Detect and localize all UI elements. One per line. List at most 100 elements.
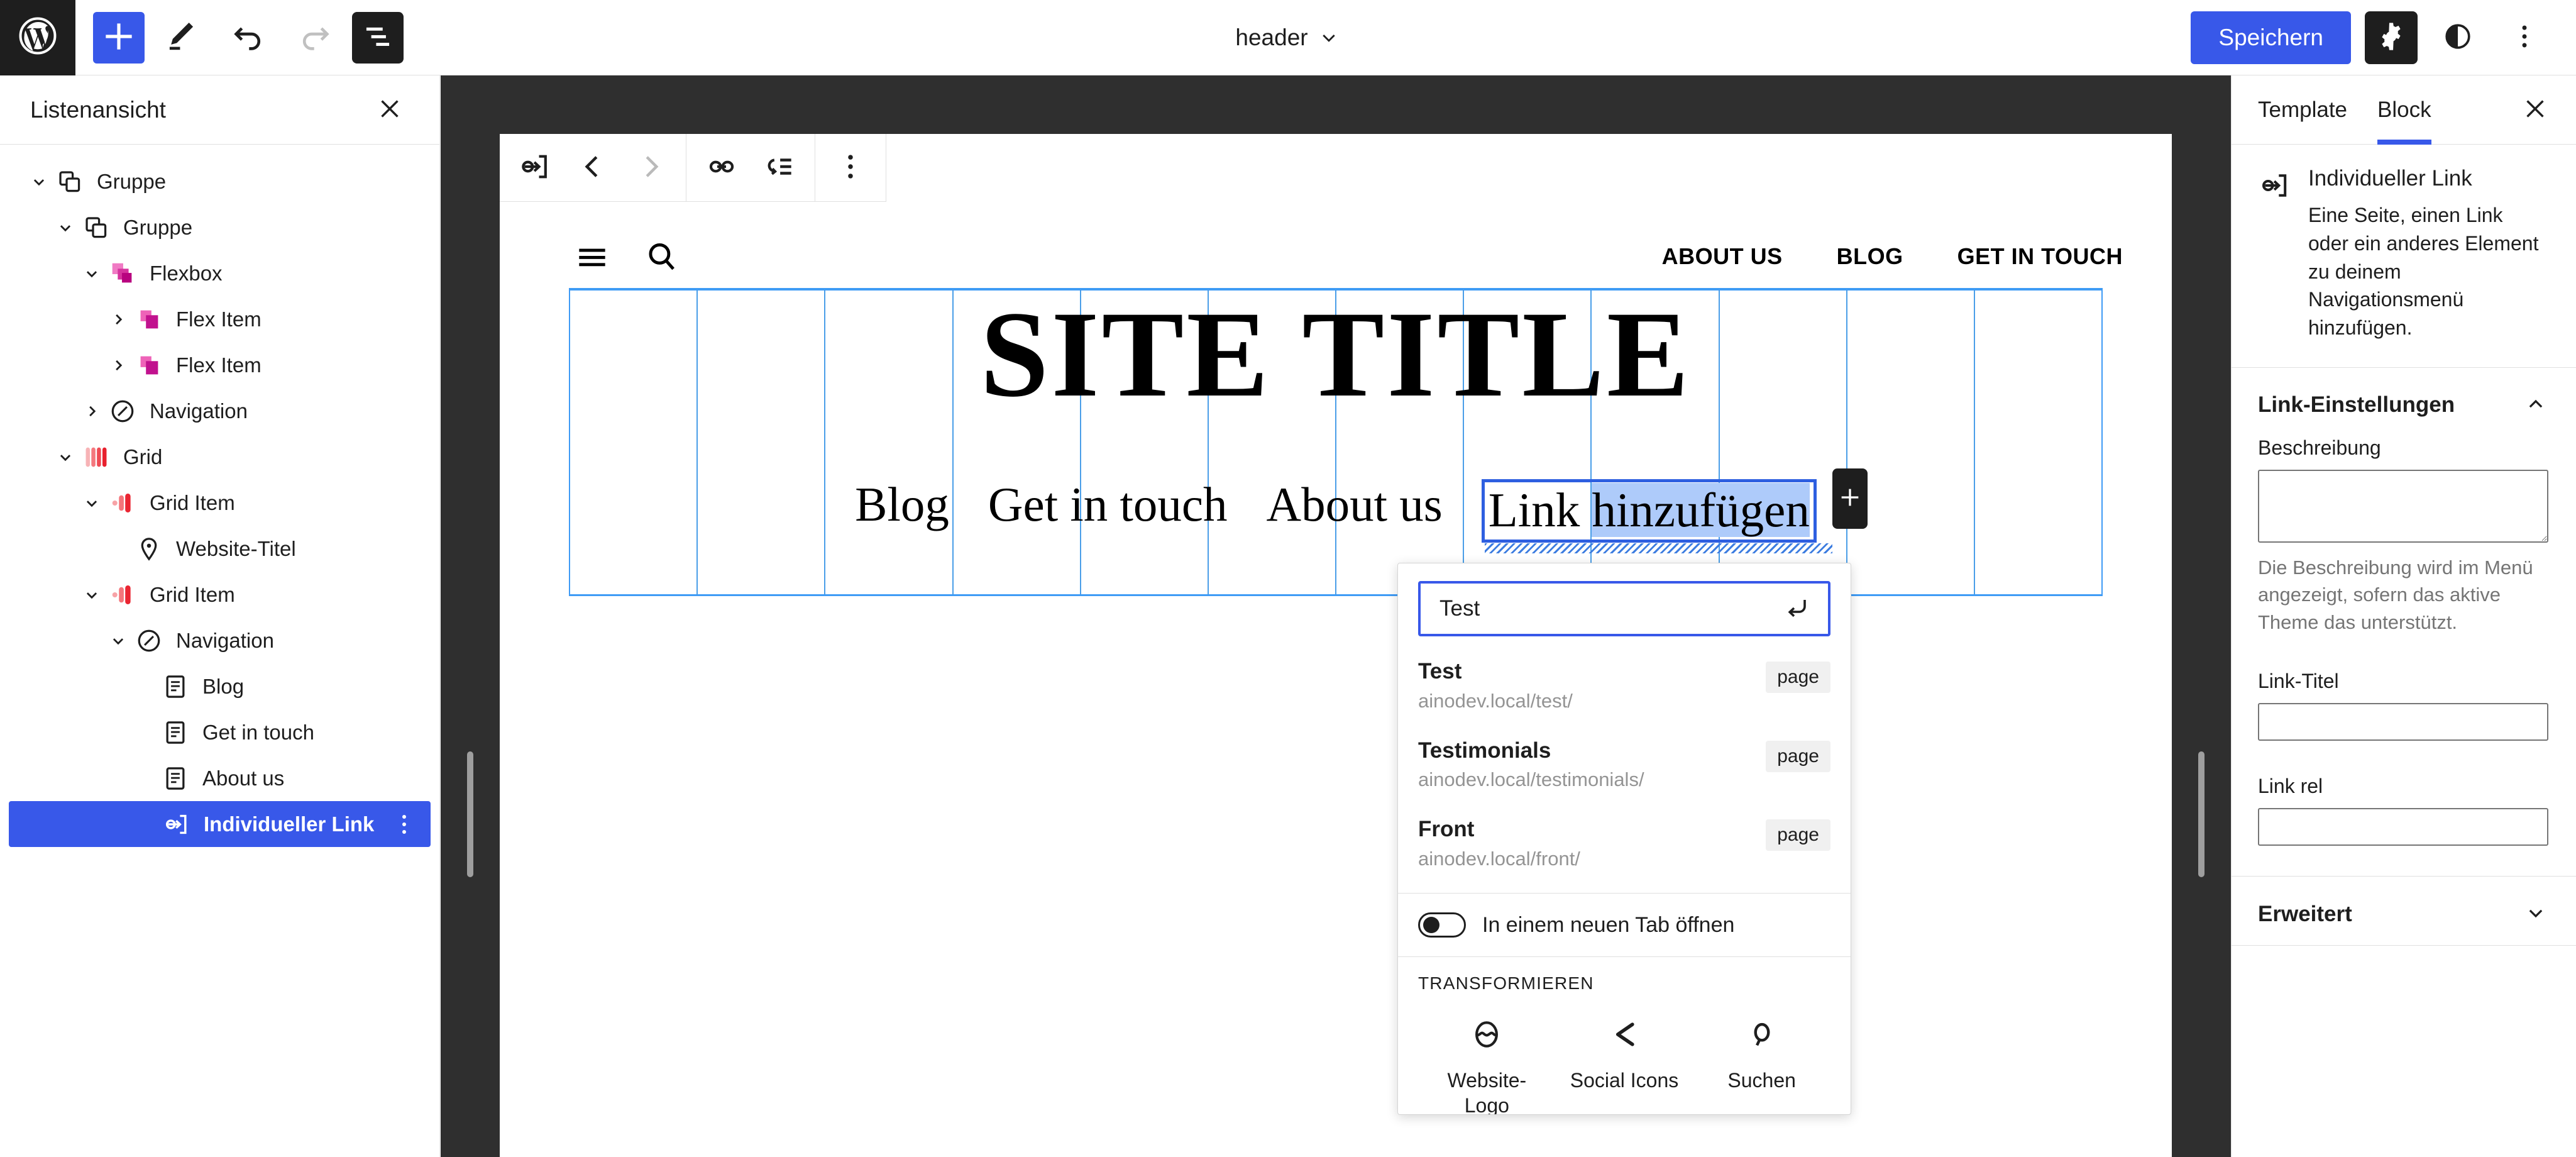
link-title-input[interactable] <box>2258 703 2548 741</box>
link-search-input[interactable] <box>1439 596 1780 621</box>
inspector-tabs: Template Block <box>2232 75 2576 145</box>
tree-expander[interactable] <box>79 399 104 424</box>
settings-button[interactable] <box>2365 11 2418 64</box>
tree-item-navigation[interactable]: Navigation <box>8 617 432 663</box>
document-title-text: header <box>1235 24 1308 50</box>
link-search-field[interactable] <box>1418 581 1830 636</box>
tree-expander[interactable] <box>79 490 104 516</box>
link-search-submit-button[interactable] <box>1780 592 1813 625</box>
nav-link-blog[interactable]: Blog <box>855 479 949 530</box>
tree-expander[interactable] <box>106 353 131 378</box>
link-settings-toggle[interactable]: Link-Einstellungen <box>2232 368 2576 436</box>
tree-item-website-titel[interactable]: Website-Titel <box>8 526 432 572</box>
add-submenu-icon <box>762 149 797 186</box>
tree-item-flex-item[interactable]: Flex Item <box>8 342 432 388</box>
tree-item-label: Grid <box>123 445 163 468</box>
site-title-block[interactable]: SITE TITLE <box>570 293 2101 416</box>
tree-expander[interactable] <box>53 215 78 240</box>
save-button[interactable]: Speichern <box>2191 11 2351 64</box>
open-in-new-tab-setting[interactable]: In einem neuen Tab öffnen <box>1398 893 1851 956</box>
tree-item-navigation[interactable]: Navigation <box>8 388 432 434</box>
block-inserter-button[interactable] <box>93 11 145 64</box>
tree-item-gruppe[interactable]: Gruppe <box>8 204 432 250</box>
kebab-vertical-icon <box>833 149 868 186</box>
nav-link-get-in-touch[interactable]: Get in touch <box>988 479 1228 530</box>
tree-item-individueller-link[interactable]: Individueller Link <box>9 801 431 847</box>
link-result-item[interactable]: Front ainodev.local/front/page <box>1398 807 1851 886</box>
tree-item-grid-item[interactable]: Grid Item <box>8 480 432 526</box>
open-in-new-tab-toggle[interactable] <box>1418 912 1466 938</box>
tree-item-about-us[interactable]: About us <box>8 755 432 801</box>
tree-expander[interactable] <box>132 720 157 745</box>
edit-tool-button[interactable] <box>152 8 211 67</box>
tree-expander[interactable] <box>106 628 131 653</box>
more-options-button[interactable] <box>2498 11 2551 64</box>
custom-link-text-highlighted: hinzufügen <box>1592 483 1810 537</box>
tree-expander[interactable] <box>106 536 131 562</box>
tree-item-label: Navigation <box>176 628 274 652</box>
tree-expander[interactable] <box>133 812 158 837</box>
tree-expander[interactable] <box>53 445 78 470</box>
list-view-button[interactable] <box>352 11 404 64</box>
grid-block[interactable]: SITE TITLE Blog Get in touch About us Li… <box>569 288 2103 596</box>
block-toolbar-group-link <box>686 134 815 201</box>
transform-to-website-logo[interactable]: Website- Logo <box>1430 1015 1543 1114</box>
hamburger-icon[interactable] <box>569 233 615 280</box>
list-view-icon <box>358 17 397 58</box>
advanced-title: Erweitert <box>2258 901 2352 926</box>
canvas-resize-handle-right[interactable] <box>2198 751 2204 877</box>
transform-to-social-icons[interactable]: Social Icons <box>1568 1015 1681 1114</box>
tree-item-blog[interactable]: Blog <box>8 663 432 709</box>
link-result-item[interactable]: Testimonials ainodev.local/testimonials/p… <box>1398 728 1851 807</box>
tree-item-options-button[interactable] <box>392 814 417 834</box>
tree-item-flex-item[interactable]: Flex Item <box>8 296 432 342</box>
template-preview-frame: ABOUT US BLOG GET IN TOUCH SITE TITLE Blog… <box>500 134 2172 1157</box>
transform-to-suchen[interactable]: Suchen <box>1705 1015 1819 1114</box>
chevron-up-icon <box>2523 392 2548 419</box>
tab-block[interactable]: Block <box>2377 75 2431 145</box>
canvas-resize-handle-left[interactable] <box>467 751 473 877</box>
site-nav-blog[interactable]: BLOG <box>1837 243 1903 270</box>
close-list-view-button[interactable] <box>373 93 407 127</box>
top-bar-tools <box>75 8 404 67</box>
site-nav-about-us[interactable]: ABOUT US <box>1662 243 1783 270</box>
tree-item-gruppe[interactable]: Gruppe <box>8 158 432 204</box>
link-result-item[interactable]: WordPress block patterns explainedpost <box>1398 886 1851 893</box>
nav-link-about-us[interactable]: About us <box>1267 479 1443 530</box>
close-inspector-button[interactable] <box>2518 93 2552 127</box>
move-right-button[interactable] <box>622 139 680 197</box>
list-view-panel: Listenansicht Gruppe Gruppe Flexbox Flex It… <box>0 75 440 1157</box>
link-result-item[interactable]: Test ainodev.local/test/page <box>1398 649 1851 728</box>
tab-template[interactable]: Template <box>2258 75 2347 145</box>
block-options-button[interactable] <box>822 139 879 197</box>
tree-expander[interactable] <box>79 582 104 607</box>
move-left-button[interactable] <box>564 139 622 197</box>
link-rel-input[interactable] <box>2258 808 2548 846</box>
search-icon[interactable] <box>638 233 685 280</box>
undo-button[interactable] <box>219 8 278 67</box>
block-type-button[interactable] <box>506 139 564 197</box>
tree-expander[interactable] <box>132 674 157 699</box>
description-label: Beschreibung <box>2258 436 2381 459</box>
description-textarea[interactable] <box>2258 469 2548 543</box>
tree-expander[interactable] <box>79 261 104 286</box>
custom-link-block-selected[interactable]: Link hinzufügen <box>1481 468 1868 553</box>
tree-item-get-in-touch[interactable]: Get in touch <box>8 709 432 755</box>
wordpress-logo-button[interactable] <box>0 0 75 75</box>
tree-item-flexbox[interactable]: Flexbox <box>8 250 432 296</box>
undo-arrow-icon <box>229 17 268 58</box>
page-icon <box>157 668 194 705</box>
tree-expander[interactable] <box>106 307 131 332</box>
block-appender-button[interactable] <box>1832 468 1868 529</box>
redo-button[interactable] <box>285 8 344 67</box>
tree-expander[interactable] <box>132 766 157 791</box>
tree-expander[interactable] <box>26 169 52 194</box>
advanced-toggle[interactable]: Erweitert <box>2232 877 2576 945</box>
tree-item-grid[interactable]: Grid <box>8 434 432 480</box>
styles-button[interactable] <box>2431 11 2484 64</box>
chevron-down-icon <box>1317 26 1341 50</box>
tree-item-grid-item[interactable]: Grid Item <box>8 572 432 617</box>
add-submenu-button[interactable] <box>751 139 808 197</box>
site-nav-get-in-touch[interactable]: GET IN TOUCH <box>1957 243 2123 270</box>
link-button[interactable] <box>693 139 751 197</box>
